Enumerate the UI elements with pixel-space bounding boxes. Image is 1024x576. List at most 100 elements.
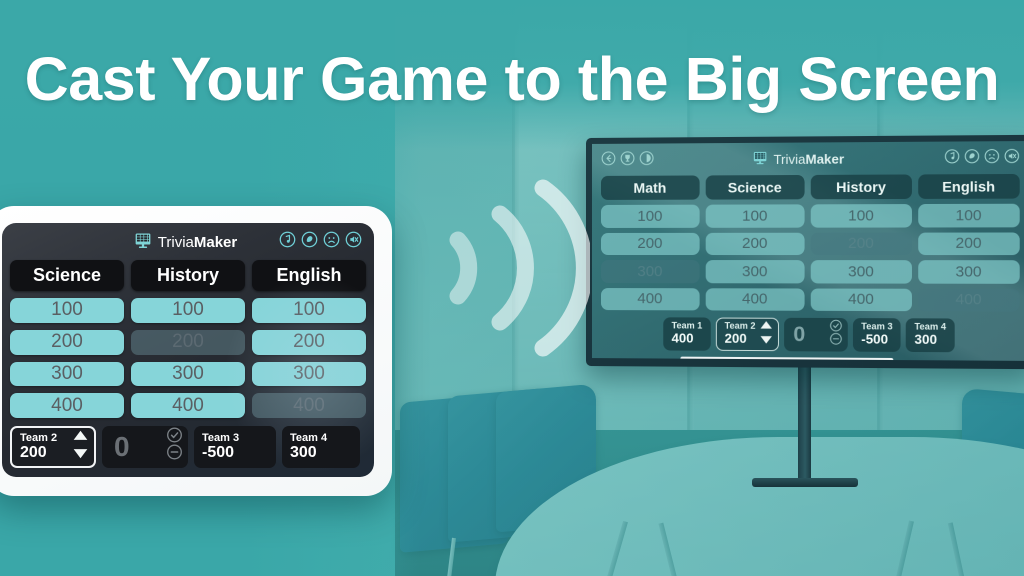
tv-brand: TriviaMaker <box>752 149 844 170</box>
team-score: -500 <box>861 331 889 347</box>
tv-category-header[interactable]: History <box>810 174 912 200</box>
team-name: Team 2 <box>20 431 58 444</box>
counter-value: 0 <box>114 431 130 462</box>
tv-scorebar: Team 1 400 Team 2 200 0 Team 3 -500 Team… <box>601 317 1020 361</box>
tablet-tile-used[interactable]: 200 <box>131 329 245 355</box>
tablet-tile[interactable]: 100 <box>10 298 124 323</box>
trivia-board-icon <box>752 149 767 169</box>
brand-name-bold: Maker <box>193 233 238 251</box>
sad-face-icon[interactable] <box>984 148 1000 169</box>
tablet-team-card-selected[interactable]: Team 2 200 <box>10 426 96 468</box>
tv-tile[interactable]: 100 <box>600 204 700 228</box>
tv-tile[interactable]: 400 <box>600 287 700 311</box>
tablet-tile[interactable]: 300 <box>10 361 124 387</box>
counter-value: 0 <box>793 322 806 346</box>
tv-tile[interactable]: 300 <box>917 260 1020 284</box>
tv-tile-used[interactable]: 300 <box>600 260 700 283</box>
tv-tile[interactable]: 100 <box>810 204 912 228</box>
counter-controls[interactable] <box>166 427 183 468</box>
tablet-team-card[interactable]: Team 3 -500 <box>194 426 276 468</box>
tv-stand-neck <box>798 366 811 484</box>
tablet-tile[interactable]: 200 <box>10 329 124 355</box>
tv-tile[interactable]: 400 <box>810 287 912 312</box>
tv-team-card-selected[interactable]: Team 2 200 <box>715 317 779 352</box>
tablet-tile[interactable]: 200 <box>252 329 366 355</box>
brand-name-thin: Trivia <box>157 233 194 251</box>
tv-team-card[interactable]: Team 1 400 <box>663 317 711 351</box>
tablet-column: Science 100 200 300 400 <box>10 260 124 418</box>
team-name: Team 3 <box>202 431 240 444</box>
tablet-tile-used[interactable]: 400 <box>252 393 366 418</box>
tv-stand-base <box>752 478 858 487</box>
team-score: 200 <box>724 330 747 346</box>
team-score: -500 <box>202 443 235 461</box>
tablet-brand: TriviaMaker <box>134 231 237 254</box>
team-score: 400 <box>671 330 694 346</box>
back-arrow-icon[interactable] <box>601 150 616 170</box>
tablet-game-board: TriviaMaker Science 100 200 300 400 Hist… <box>2 223 374 477</box>
tv-progress-bar <box>680 356 894 361</box>
tablet-column: History 100 200 300 400 <box>131 260 245 418</box>
music-note-icon[interactable] <box>279 231 296 253</box>
score-stepper[interactable] <box>760 319 773 350</box>
tablet-tile[interactable]: 100 <box>131 298 245 323</box>
tv-tile[interactable]: 200 <box>600 232 700 256</box>
tv-tile[interactable]: 400 <box>705 287 805 311</box>
applause-icon[interactable] <box>964 148 980 169</box>
tablet-tile[interactable]: 300 <box>252 361 366 387</box>
tablet-topbar-right-icons <box>279 231 362 253</box>
tablet-brand-text: TriviaMaker <box>158 234 237 251</box>
tablet-category-grid: Science 100 200 300 400 History 100 200 … <box>10 260 366 418</box>
tablet-tile[interactable]: 400 <box>131 393 245 418</box>
tv-brand-text: TriviaMaker <box>773 151 844 167</box>
brand-name-bold: Maker <box>805 151 845 167</box>
tv-tile[interactable]: 100 <box>705 204 805 228</box>
music-note-icon[interactable] <box>944 148 960 169</box>
tablet-tile[interactable]: 400 <box>10 393 124 418</box>
tv-column: Science 100 200 300 400 <box>705 174 805 311</box>
tv-game-board: TriviaMaker Math 100 200 300 400 Science… <box>592 141 1024 361</box>
tv-screen: TriviaMaker Math 100 200 300 400 Science… <box>591 141 1024 361</box>
tv-tile-used[interactable]: 200 <box>810 232 912 256</box>
tv-column: History 100 200 300 400 <box>810 174 912 312</box>
tv-tile-used[interactable]: 400 <box>917 288 1020 312</box>
tv-team-card[interactable]: Team 3 -500 <box>852 318 901 352</box>
tv-score-counter[interactable]: 0 <box>784 318 848 352</box>
tv-topbar-right-icons <box>944 148 1019 169</box>
applause-icon[interactable] <box>301 231 318 253</box>
tv-category-grid: Math 100 200 300 400 Science 100 200 300… <box>600 173 1020 312</box>
team-name: Team 4 <box>290 431 328 444</box>
tv-tile[interactable]: 100 <box>917 203 1020 227</box>
sad-face-icon[interactable] <box>323 231 340 253</box>
tablet-team-card[interactable]: Team 4 300 <box>282 426 360 468</box>
tablet-category-header[interactable]: English <box>252 260 366 291</box>
mute-speaker-icon[interactable] <box>345 231 362 253</box>
tablet-device: TriviaMaker Science 100 200 300 400 Hist… <box>0 206 392 496</box>
contrast-icon[interactable] <box>639 150 654 170</box>
tablet-category-header[interactable]: Science <box>10 260 124 291</box>
tv-tile[interactable]: 200 <box>705 232 805 256</box>
tv-tile[interactable]: 300 <box>810 260 912 284</box>
tablet-score-counter[interactable]: 0 <box>102 426 188 468</box>
tv-tile[interactable]: 300 <box>705 260 805 283</box>
tablet-tile[interactable]: 100 <box>252 298 366 323</box>
tv-tile[interactable]: 200 <box>917 231 1020 256</box>
mute-speaker-icon[interactable] <box>1004 148 1020 169</box>
team-score: 200 <box>20 443 47 461</box>
trivia-board-icon <box>134 231 152 254</box>
tablet-category-header[interactable]: History <box>131 260 245 291</box>
tv-display: TriviaMaker Math 100 200 300 400 Science… <box>586 134 1024 370</box>
tv-category-header[interactable]: English <box>917 173 1020 199</box>
tv-column: Math 100 200 300 400 <box>600 175 700 311</box>
tablet-screen: TriviaMaker Science 100 200 300 400 Hist… <box>2 223 374 477</box>
score-stepper[interactable] <box>72 429 89 466</box>
trophy-icon[interactable] <box>620 150 635 170</box>
tv-team-card[interactable]: Team 4 300 <box>906 318 955 353</box>
tv-category-header[interactable]: Math <box>600 175 700 200</box>
tv-category-header[interactable]: Science <box>705 174 805 200</box>
team-score: 300 <box>290 443 317 461</box>
tablet-tile[interactable]: 300 <box>131 361 245 387</box>
tablet-column: English 100 200 300 400 <box>252 260 366 418</box>
page-title: Cast Your Game to the Big Screen <box>24 45 1000 113</box>
counter-controls[interactable] <box>829 318 842 352</box>
